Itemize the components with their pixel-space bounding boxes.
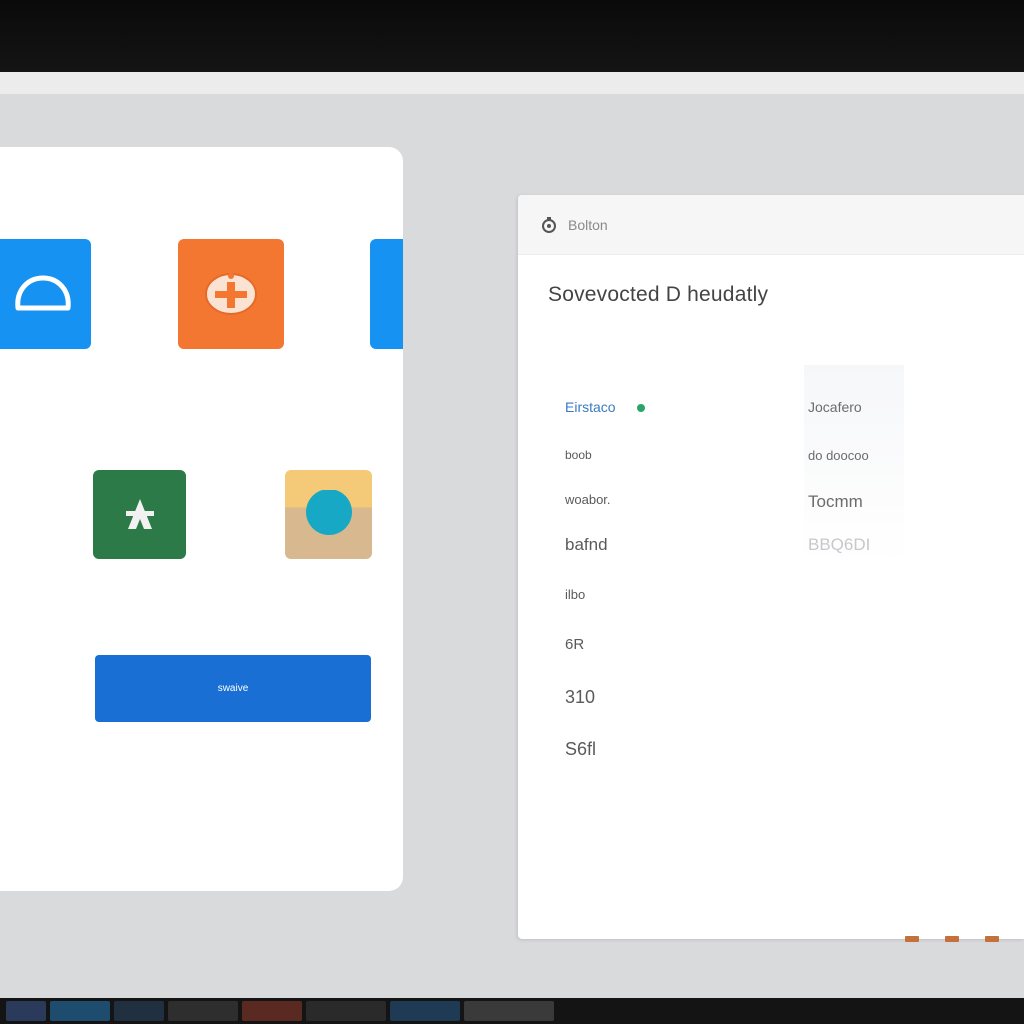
gamepad-icon — [205, 273, 257, 315]
status-dot — [637, 404, 646, 413]
taskbar-app-icon[interactable] — [242, 1001, 302, 1021]
monitor-bezel — [0, 0, 1024, 78]
taskbar-app-icon[interactable] — [464, 1001, 554, 1021]
setting-row-label[interactable]: ilbo — [565, 587, 585, 602]
primary-action-button[interactable]: swaive — [95, 655, 371, 722]
setting-row-value: Jocafero — [808, 399, 862, 415]
setting-row-label[interactable]: bafnd — [565, 535, 608, 555]
settings-window: Bolton Sovevocted D heudatly Eirstaco Jo… — [518, 195, 1024, 939]
partial-app-tile[interactable] — [370, 239, 403, 349]
taskbar-app-icon[interactable] — [390, 1001, 460, 1021]
settings-gear-icon[interactable] — [540, 216, 558, 234]
photo-icon — [305, 489, 352, 535]
taskbar-app-icon[interactable] — [168, 1001, 238, 1021]
app-launcher-panel: swaive — [0, 147, 403, 891]
setting-row-label[interactable]: 310 — [565, 687, 595, 708]
setting-row-label[interactable]: 6R — [565, 636, 584, 653]
tent-icon — [125, 498, 154, 529]
window-titlebar: Bolton — [518, 195, 1024, 255]
setting-row-label[interactable]: woabor. — [565, 492, 611, 507]
setting-row-label[interactable]: Eirstaco — [565, 399, 646, 415]
taskbar-app-icon[interactable] — [306, 1001, 386, 1021]
taskbar — [0, 998, 1024, 1024]
setting-row-value: do doocoo — [808, 448, 869, 463]
window-title: Bolton — [568, 216, 608, 233]
setting-row-value: BBQ6DI — [808, 535, 871, 554]
page-heading: Sovevocted D heudatly — [548, 283, 769, 306]
game-app-tile[interactable] — [178, 239, 284, 349]
taskbar-app-icon[interactable] — [114, 1001, 164, 1021]
taskbar-app-icon[interactable] — [50, 1001, 110, 1021]
camp-app-tile[interactable] — [93, 470, 186, 559]
cloud-icon — [14, 275, 71, 311]
setting-row-value: Tocmm — [808, 492, 863, 511]
window-edge-accents — [905, 934, 1024, 944]
photos-app-tile[interactable] — [285, 470, 372, 559]
cloud-app-tile[interactable] — [0, 239, 91, 349]
setting-label-text: Eirstaco — [565, 399, 616, 415]
taskbar-app-icon[interactable] — [6, 1001, 46, 1021]
setting-row-label[interactable]: boob — [565, 448, 592, 462]
setting-row-label[interactable]: S6fl — [565, 739, 596, 760]
